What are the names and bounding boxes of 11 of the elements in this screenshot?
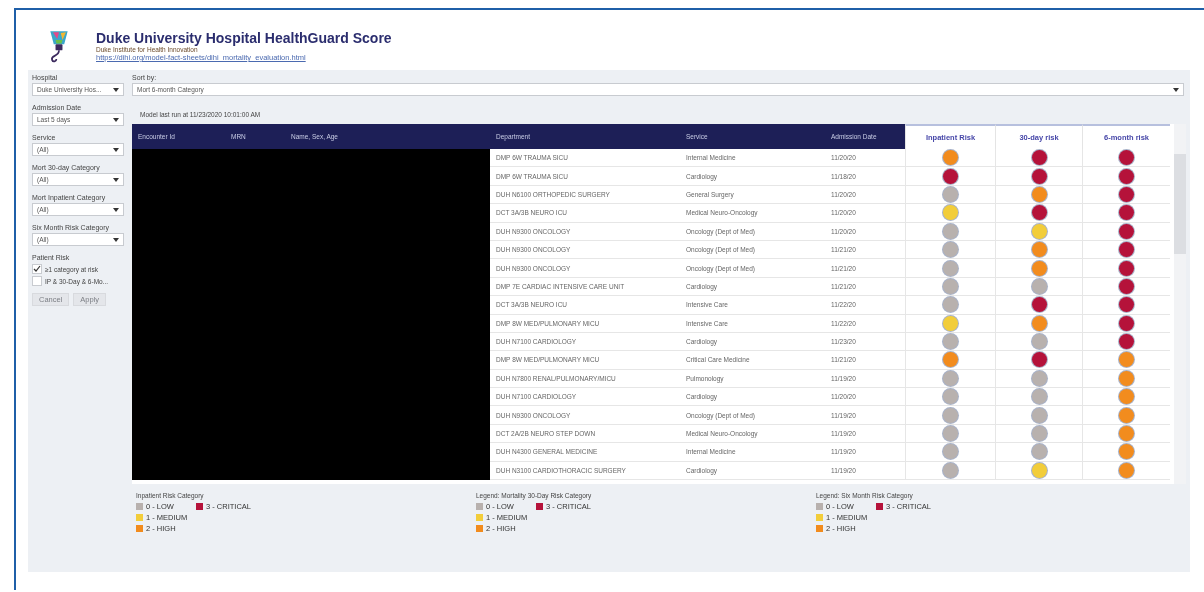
checkbox[interactable] bbox=[32, 276, 42, 286]
caret-icon bbox=[113, 117, 119, 122]
caret-icon bbox=[113, 207, 119, 212]
caret-icon bbox=[113, 177, 119, 182]
caret-icon bbox=[113, 147, 119, 152]
scrollbar[interactable] bbox=[1174, 124, 1186, 484]
caret-icon bbox=[113, 237, 119, 242]
checkbox[interactable] bbox=[32, 264, 42, 274]
dashboard-title: Duke University Hospital HealthGuard Score bbox=[96, 30, 392, 46]
caret-icon bbox=[113, 87, 119, 92]
caret-icon bbox=[1173, 87, 1179, 92]
